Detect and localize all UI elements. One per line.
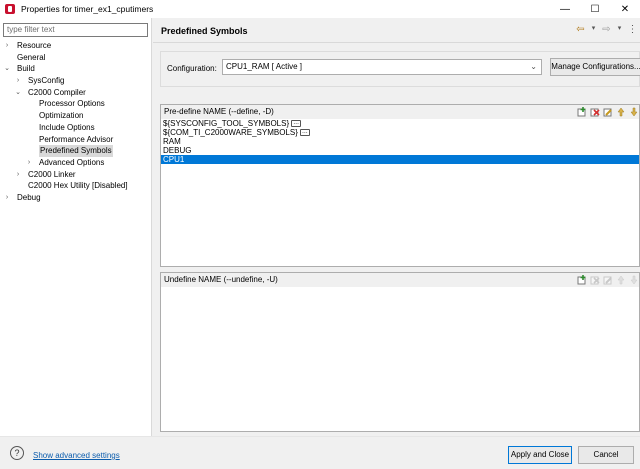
tree-item[interactable]: › Resource xyxy=(0,40,150,52)
predefine-title: Pre-define NAME (--define, -D) xyxy=(164,107,274,116)
add-icon[interactable] xyxy=(577,275,587,285)
more-menu-icon[interactable]: ⋮ xyxy=(627,24,638,35)
configuration-label: Configuration: xyxy=(167,64,217,73)
tree-item-label: Resource xyxy=(17,41,52,50)
property-tree: › Resource General ⌄ Build › SysConfig ⌄ C2000 C… xyxy=(0,40,150,204)
tree-item-label: SysConfig xyxy=(28,76,65,86)
window-title: Properties for timer_ex1_cputimers xyxy=(21,4,154,14)
configuration-group: Configuration: CPU1_RAM [ Active ] ⌄ Man… xyxy=(160,51,640,87)
tree-item-label: General xyxy=(17,52,46,62)
tree-item[interactable]: Performance Advisor xyxy=(0,134,150,146)
predefine-header: Pre-define NAME (--define, -D) xyxy=(161,105,639,119)
tree-item-label: Optimization xyxy=(39,111,84,121)
edit-icon[interactable] xyxy=(603,107,613,117)
tree-item-label: Advanced Options xyxy=(39,157,105,167)
back-arrow-icon[interactable]: ⇦ xyxy=(575,24,586,35)
chevron-down-icon: ⌄ xyxy=(530,62,537,71)
tree-item-label: Processor Options xyxy=(39,99,105,109)
page-title: Predefined Symbols xyxy=(161,26,248,36)
ellipsis-icon[interactable]: … xyxy=(291,120,302,128)
chevron-right-icon[interactable]: › xyxy=(3,192,11,204)
symbol-row[interactable]: ${COM_TI_C2000WARE_SYMBOLS}… xyxy=(161,128,639,137)
chevron-right-icon[interactable]: › xyxy=(25,157,33,169)
tree-item[interactable]: General xyxy=(0,52,150,64)
tree-item[interactable]: › SysConfig xyxy=(0,75,150,87)
undefine-title: Undefine NAME (--undefine, -U) xyxy=(164,275,278,284)
tree-item[interactable]: › Debug xyxy=(0,192,150,204)
ellipsis-icon[interactable]: … xyxy=(299,129,310,137)
symbol-name: DEBUG xyxy=(163,146,192,155)
delete-icon[interactable] xyxy=(590,107,600,117)
separator xyxy=(153,42,640,43)
symbol-name: RAM xyxy=(163,137,181,146)
tree-item[interactable]: ⌄ Build xyxy=(0,63,150,75)
tree-item-label: C2000 Compiler xyxy=(28,87,86,97)
chevron-down-icon[interactable]: ⌄ xyxy=(14,87,22,99)
tree-item-label: Performance Advisor xyxy=(39,134,114,144)
maximize-button[interactable]: ☐ xyxy=(580,0,610,18)
move-down-icon[interactable] xyxy=(629,107,639,117)
tree-item-label: Include Options xyxy=(39,122,95,132)
title-bar: Properties for timer_ex1_cputimers — ☐ ✕ xyxy=(0,0,640,18)
forward-arrow-icon[interactable]: ⇨ xyxy=(601,24,612,35)
move-up-icon[interactable] xyxy=(616,275,626,285)
cancel-button[interactable]: Cancel xyxy=(578,446,634,464)
main-panel: Predefined Symbols ⇦ ▾ ⇨ ▾ ⋮ Configurati… xyxy=(153,18,640,436)
symbol-row[interactable]: ${SYSCONFIG_TOOL_SYMBOLS}… xyxy=(161,119,639,128)
undefine-toolbar xyxy=(577,275,639,285)
symbol-name: ${SYSCONFIG_TOOL_SYMBOLS} xyxy=(163,119,290,128)
tree-item[interactable]: Include Options xyxy=(0,122,150,134)
chevron-down-icon[interactable]: ⌄ xyxy=(3,63,11,75)
symbol-name: CPU1 xyxy=(163,155,185,164)
tree-item-label: C2000 Hex Utility [Disabled] xyxy=(28,181,128,191)
tree-item[interactable]: C2000 Hex Utility [Disabled] xyxy=(0,180,150,192)
predefine-list: ${SYSCONFIG_TOOL_SYMBOLS}… ${COM_TI_C2000… xyxy=(161,119,639,164)
symbol-row[interactable]: RAM xyxy=(161,137,639,146)
configuration-select[interactable]: CPU1_RAM [ Active ] ⌄ xyxy=(222,59,542,75)
help-icon[interactable]: ? xyxy=(10,446,24,460)
tree-item-label: Build xyxy=(17,64,35,74)
undefine-panel: Undefine NAME (--undefine, -U) xyxy=(160,272,640,432)
tree-item[interactable]: Predefined Symbols xyxy=(0,145,150,157)
predefine-toolbar xyxy=(577,107,639,117)
symbol-row[interactable]: DEBUG xyxy=(161,146,639,155)
chevron-right-icon[interactable]: › xyxy=(3,40,11,52)
add-icon[interactable] xyxy=(577,107,587,117)
configuration-value: CPU1_RAM [ Active ] xyxy=(226,62,303,71)
chevron-down-icon[interactable]: ▾ xyxy=(588,24,599,35)
tree-item-label: C2000 Linker xyxy=(28,169,76,179)
window-controls: — ☐ ✕ xyxy=(550,0,640,18)
show-advanced-settings-link[interactable]: Show advanced settings xyxy=(33,451,120,460)
chevron-right-icon[interactable]: › xyxy=(14,169,22,181)
apply-and-close-button[interactable]: Apply and Close xyxy=(508,446,572,464)
sidebar: type filter text › Resource General ⌄ Build ›… xyxy=(0,18,152,436)
move-down-icon[interactable] xyxy=(629,275,639,285)
tree-item-label: Predefined Symbols xyxy=(39,145,113,157)
tree-item[interactable]: ⌄ C2000 Compiler xyxy=(0,87,150,99)
footer: ? Show advanced settings Apply and Close… xyxy=(0,436,640,469)
app-icon xyxy=(5,4,15,14)
navigation-toolbar: ⇦ ▾ ⇨ ▾ ⋮ xyxy=(575,24,638,35)
undefine-header: Undefine NAME (--undefine, -U) xyxy=(161,273,639,287)
close-button[interactable]: ✕ xyxy=(610,0,640,18)
edit-icon[interactable] xyxy=(603,275,613,285)
tree-item[interactable]: Processor Options xyxy=(0,98,150,110)
chevron-down-icon[interactable]: ▾ xyxy=(614,24,625,35)
move-up-icon[interactable] xyxy=(616,107,626,117)
delete-icon[interactable] xyxy=(590,275,600,285)
tree-item[interactable]: › C2000 Linker xyxy=(0,169,150,181)
tree-item[interactable]: › Advanced Options xyxy=(0,157,150,169)
symbol-row[interactable]: CPU1 xyxy=(161,155,639,164)
predefine-panel: Pre-define NAME (--define, -D) ${SYSCONF… xyxy=(160,104,640,267)
chevron-right-icon[interactable]: › xyxy=(14,75,22,87)
manage-configurations-button[interactable]: Manage Configurations... xyxy=(550,58,640,76)
minimize-button[interactable]: — xyxy=(550,0,580,18)
tree-item[interactable]: Optimization xyxy=(0,110,150,122)
filter-input[interactable]: type filter text xyxy=(3,23,148,37)
symbol-name: ${COM_TI_C2000WARE_SYMBOLS} xyxy=(163,128,298,137)
tree-item-label: Debug xyxy=(17,192,41,202)
